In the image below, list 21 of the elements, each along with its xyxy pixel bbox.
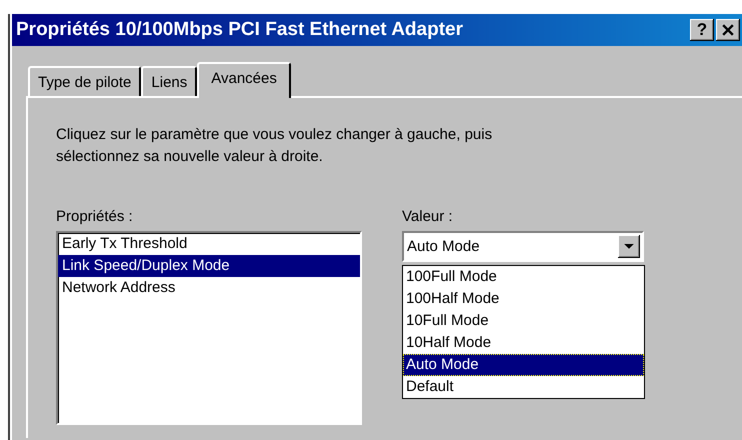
tab[interactable]: Avancées [197,62,291,98]
dropdown-option[interactable]: 10Half Mode [403,332,644,354]
properties-label: Propriétés : [56,208,133,227]
tab[interactable]: Liens [141,66,198,96]
dropdown-option[interactable]: 100Half Mode [403,288,644,310]
dropdown-option[interactable]: Auto Mode [403,354,644,376]
close-icon [722,24,734,36]
window-title: Propriétés 10/100Mbps PCI Fast Ethernet Adapter [16,19,463,41]
close-button[interactable] [716,19,740,41]
value-dropdown[interactable]: Auto Mode [402,231,644,262]
list-item[interactable]: Early Tx Threshold [58,233,360,255]
properties-list[interactable]: Early Tx Threshold Link Speed/Duplex Mode Network Address [56,231,362,425]
dropdown-option[interactable]: Default [403,376,644,398]
value-label: Valeur : [402,208,453,227]
list-item[interactable]: Network Address [58,277,360,299]
dropdown-option[interactable]: 10Full Mode [403,310,644,332]
help-button[interactable]: ? [690,19,714,41]
instruction-text: Cliquez sur le paramètre que vous voulez changer à gauche, puis sélectionnez sa nouvelle valeur à droite. [56,125,494,167]
dropdown-option[interactable]: 100Full Mode [403,266,644,288]
list-item[interactable]: Link Speed/Duplex Mode [58,255,360,277]
tab[interactable]: Type de pilote [28,66,142,96]
